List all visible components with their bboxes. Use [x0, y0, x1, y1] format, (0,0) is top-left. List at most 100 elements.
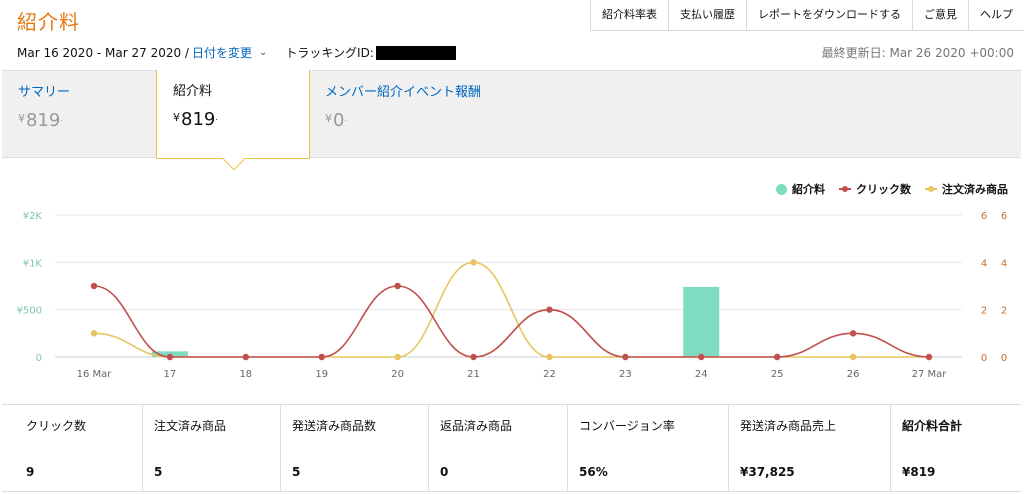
- left-tick-label: ¥2K: [23, 211, 43, 222]
- summary-tab-label[interactable]: サマリー: [18, 81, 70, 100]
- point-ordered: [849, 353, 857, 361]
- point-clicks: [90, 282, 98, 290]
- nav-help[interactable]: ヘルプ: [968, 0, 1024, 30]
- right-tick-label: 6: [981, 211, 987, 222]
- fee-tab-label: 紹介料: [173, 84, 213, 99]
- stat-label: コンバージョン率: [579, 419, 675, 433]
- right-tick-label: 0: [1001, 353, 1007, 364]
- x-tick-label: 23: [619, 369, 632, 380]
- left-tick-label: ¥1K: [23, 258, 43, 269]
- nav-feedback[interactable]: ご意見: [912, 0, 968, 30]
- x-tick-label: 22: [543, 369, 556, 380]
- legend-item-fee[interactable]: 紹介料: [776, 181, 825, 197]
- legend-item-clicks[interactable]: クリック数: [839, 181, 911, 197]
- summary-band: サマリー ¥819· メンバー紹介イベント報酬 ¥0·: [2, 70, 1021, 158]
- x-tick-label: 25: [771, 369, 784, 380]
- stat-value: ¥37,825: [740, 465, 795, 479]
- stat-value: 5: [292, 465, 301, 479]
- right-tick-label: 0: [981, 353, 987, 364]
- left-tick-label: ¥500: [17, 306, 42, 317]
- stat-conversion: コンバージョン率 56%: [567, 405, 728, 491]
- last-updated: 最終更新日: Mar 26 2020 +00:00: [821, 46, 1014, 60]
- x-tick-label: 27 Mar: [912, 369, 948, 380]
- right-tick-label: 6: [1001, 211, 1007, 222]
- stat-returned: 返品済み商品 0: [428, 405, 567, 491]
- summary-tab-value: ¥819·: [18, 110, 63, 131]
- right-tick-label: 4: [981, 258, 987, 269]
- stat-value: 5: [154, 465, 163, 479]
- legend-clicks-label: クリック数: [856, 183, 911, 196]
- stats-row: クリック数 9 注文済み商品 5 発送済み商品数 5 返品済み商品 0 コンバー…: [2, 404, 1021, 492]
- nav-payment-history[interactable]: 支払い履歴: [668, 0, 746, 30]
- nav-download-report[interactable]: レポートをダウンロードする: [746, 0, 912, 30]
- point-ordered: [470, 259, 477, 266]
- stat-value: ¥819: [902, 465, 936, 479]
- summary-tab[interactable]: サマリー ¥819·: [18, 81, 70, 131]
- fee-tab-active[interactable]: 紹介料 ¥819·: [156, 70, 310, 171]
- top-nav: 紹介料率表 支払い履歴 レポートをダウンロードする ご意見 ヘルプ: [590, 0, 1024, 31]
- stat-value: 9: [26, 465, 35, 479]
- right-tick-label: 2: [1001, 306, 1007, 317]
- point-ordered: [394, 353, 401, 361]
- legend-ordered-swatch: [925, 186, 937, 192]
- point-clicks: [394, 282, 401, 290]
- point-ordered: [90, 330, 98, 337]
- x-tick-label: 18: [239, 369, 252, 380]
- left-tick-label: 0: [36, 353, 42, 364]
- chart-legend: 紹介料 クリック数 注文済み商品: [762, 181, 1008, 197]
- date-row: Mar 16 2020 - Mar 27 2020 / 日付を変更 ⌄ トラッキ…: [17, 44, 456, 61]
- bounty-tab[interactable]: メンバー紹介イベント報酬 ¥0·: [325, 81, 481, 131]
- x-tick-label: 17: [164, 369, 177, 380]
- legend-clicks-swatch: [839, 186, 851, 192]
- x-tick-label: 26: [847, 369, 860, 380]
- stat-ordered: 注文済み商品 5: [142, 405, 280, 491]
- x-tick-label: 24: [695, 369, 708, 380]
- stat-shipped-sales: 発送済み商品売上 ¥37,825: [728, 405, 890, 491]
- stat-label: 発送済み商品数: [292, 419, 377, 433]
- legend-item-ordered[interactable]: 注文済み商品: [925, 181, 1008, 197]
- line-clicks: [93, 285, 930, 358]
- date-range: Mar 16 2020 - Mar 27 2020 /: [17, 45, 189, 60]
- legend-fee-label: 紹介料: [792, 183, 825, 196]
- stat-fee-total: 紹介料合計 ¥819: [890, 405, 1021, 491]
- point-clicks: [546, 306, 553, 313]
- point-clicks: [318, 353, 325, 361]
- fee-tab-value: ¥819·: [173, 109, 218, 130]
- stat-label: 発送済み商品売上: [740, 419, 837, 433]
- point-clicks: [698, 353, 705, 361]
- earnings-chart: 0 0 0¥500 2 2¥1K 4 4¥2K 6 616 Mar 17 18 19 20 21 22 23 2…: [17, 211, 1008, 380]
- point-clicks: [622, 353, 629, 361]
- legend-ordered-label: 注文済み商品: [942, 183, 1008, 196]
- point-clicks: [925, 353, 933, 361]
- change-date-link[interactable]: 日付を変更: [192, 44, 252, 61]
- point-clicks: [470, 353, 477, 361]
- stat-shipped: 発送済み商品数 5: [280, 405, 428, 491]
- stat-label: 注文済み商品: [154, 419, 227, 433]
- point-ordered: [546, 353, 553, 361]
- bounty-tab-label[interactable]: メンバー紹介イベント報酬: [325, 81, 481, 100]
- x-tick-label: 21: [467, 369, 480, 380]
- active-tab-pointer: [222, 147, 246, 171]
- stat-label: 返品済み商品: [440, 419, 513, 433]
- stat-label: 紹介料合計: [902, 419, 963, 433]
- x-tick-label: 16 Mar: [77, 369, 113, 380]
- page-title: 紹介料: [17, 10, 80, 34]
- bar-fee: [683, 286, 720, 357]
- legend-fee-swatch: [776, 183, 787, 195]
- stat-label: クリック数: [26, 419, 87, 433]
- stat-clicks: クリック数 9: [2, 405, 142, 491]
- point-clicks: [773, 353, 781, 361]
- right-tick-label: 4: [1001, 258, 1007, 269]
- point-clicks: [849, 330, 857, 337]
- tracking-id-label: トラッキングID:: [285, 46, 374, 60]
- tracking-id-redacted[interactable]: [375, 45, 456, 60]
- point-clicks: [166, 353, 174, 361]
- stat-value: 0: [440, 465, 449, 479]
- right-tick-label: 2: [981, 306, 987, 317]
- stat-value: 56%: [579, 465, 608, 479]
- nav-fee-rates[interactable]: 紹介料率表: [591, 0, 668, 30]
- x-tick-label: 20: [391, 369, 404, 380]
- bounty-tab-value: ¥0·: [325, 110, 347, 131]
- chevron-down-icon[interactable]: ⌄: [259, 47, 267, 58]
- point-clicks: [242, 353, 250, 361]
